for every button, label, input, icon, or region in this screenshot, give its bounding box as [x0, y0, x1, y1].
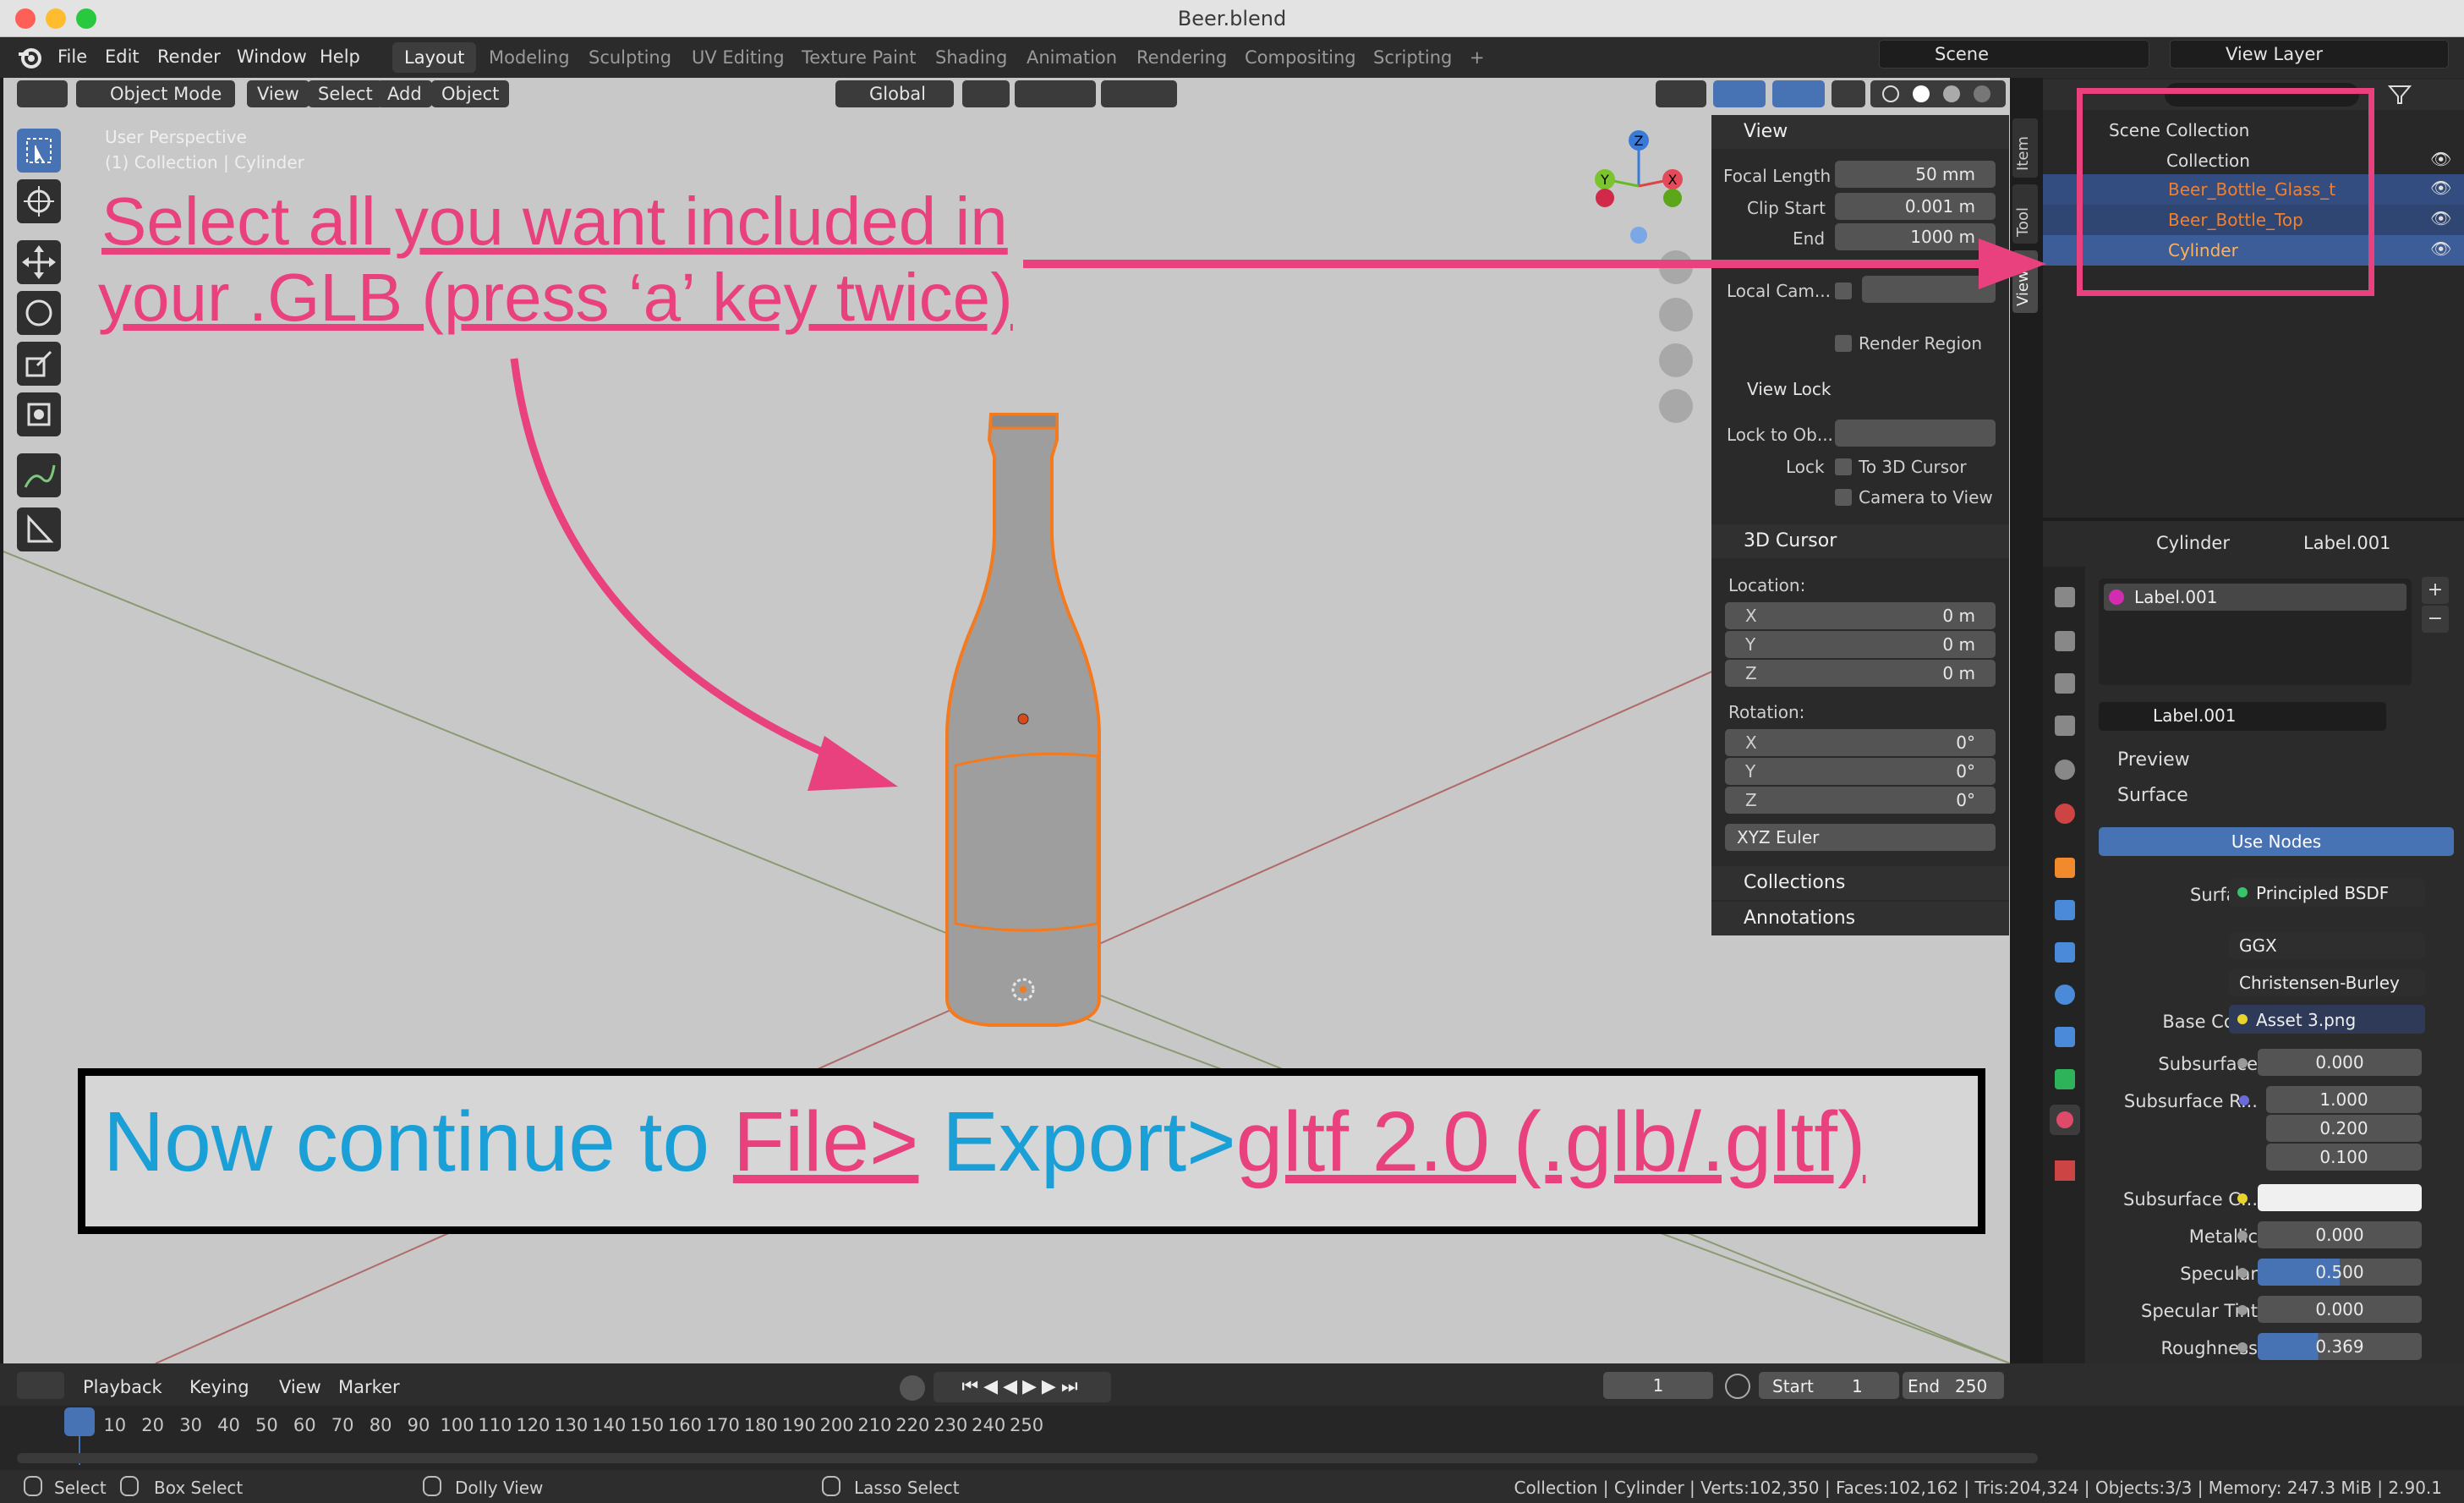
export-instruction-export: Export> — [918, 1094, 1236, 1189]
export-instruction: Now continue to File> Export>gltf 2.0 (.… — [103, 1100, 1865, 1184]
export-instruction-gltf: gltf 2.0 (.glb/.gltf) — [1235, 1094, 1866, 1189]
annotation-arrows — [510, 239, 2046, 791]
export-instruction-file: File> — [732, 1094, 919, 1189]
export-instruction-prefix: Now continue to — [103, 1094, 733, 1189]
